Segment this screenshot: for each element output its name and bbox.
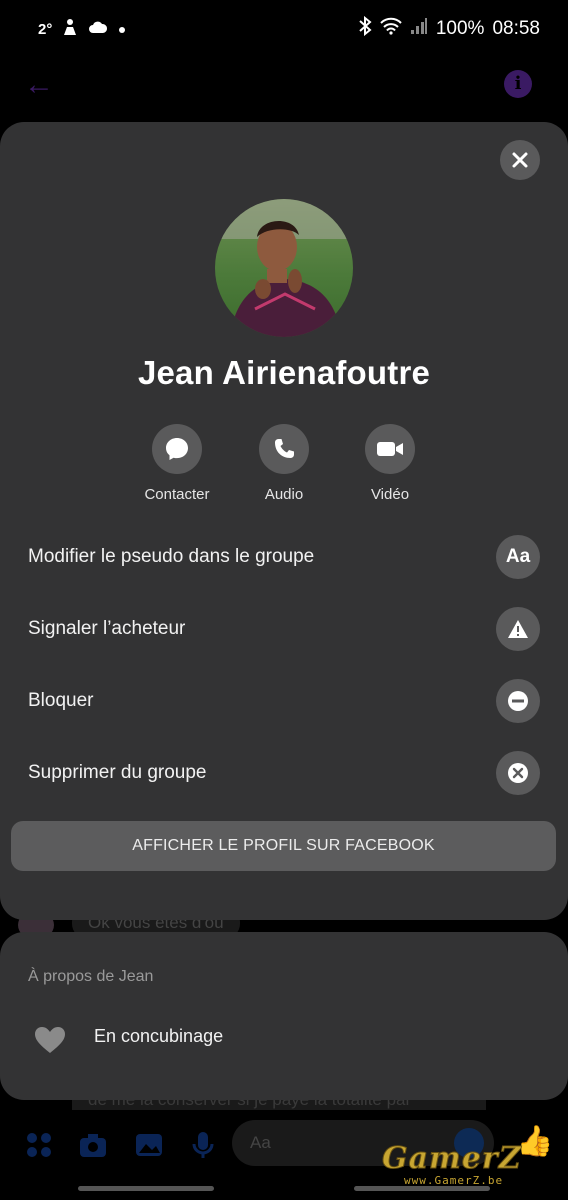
profile-name: Jean Airienafoutre <box>137 354 431 391</box>
battery-level: 100% <box>435 18 485 39</box>
wifi-icon <box>380 17 402 41</box>
menu-item-block[interactable]: Bloquer <box>0 666 568 738</box>
camera-icon[interactable] <box>78 1130 108 1160</box>
heart-icon <box>34 1026 66 1059</box>
about-title: À propos de Jean <box>28 968 154 985</box>
close-button[interactable] <box>500 140 540 180</box>
phone-icon <box>275 439 294 458</box>
video-icon <box>377 442 403 456</box>
block-icon <box>496 679 540 723</box>
action-circle[interactable] <box>365 424 415 474</box>
info-icon[interactable]: i <box>504 70 532 98</box>
watermark-brand: GamerZ <box>382 1141 522 1176</box>
messenger-icon <box>166 438 188 460</box>
menu-item-report[interactable]: Signaler l’acheteur <box>0 594 568 666</box>
conversation-header: ← i <box>0 56 568 116</box>
menu-item-remove[interactable]: Supprimer du groupe <box>0 738 568 810</box>
action-circle[interactable] <box>259 424 309 474</box>
about-card: À propos de Jean En concubinage <box>0 932 568 1100</box>
menu-item-label: Modifier le pseudo dans le groupe <box>28 546 315 567</box>
menu-item-label: Signaler l’acheteur <box>28 618 186 639</box>
cloud-icon <box>88 20 108 38</box>
remove-icon <box>496 751 540 795</box>
relationship-status: En concubinage <box>94 1026 224 1046</box>
menu-item-label: Bloquer <box>28 690 94 711</box>
status-right: 100% 08:58 <box>358 15 540 42</box>
profile-photo <box>215 199 353 337</box>
nav-handle[interactable] <box>78 1186 214 1191</box>
action-circle[interactable] <box>152 424 202 474</box>
menu-dots-icon[interactable] <box>24 1130 54 1160</box>
action-label: Vidéo <box>370 486 410 503</box>
menu-item-label: Supprimer du groupe <box>28 762 207 783</box>
temperature: 2° <box>38 20 53 38</box>
status-left: 2° <box>38 18 126 40</box>
bluetooth-icon <box>358 15 372 42</box>
profile-avatar[interactable] <box>215 199 353 337</box>
video-action[interactable]: Vidéo <box>335 424 445 503</box>
microphone-icon[interactable] <box>188 1130 218 1160</box>
warning-icon <box>496 607 540 651</box>
status-bar: 2° 100% 08:58 <box>0 0 568 56</box>
view-facebook-profile-button[interactable]: AFFICHER LE PROFIL SUR FACEBOOK <box>11 821 556 871</box>
dot-icon <box>118 21 126 38</box>
watermark-logo: GamerZ www.GamerZ.be <box>382 1141 554 1194</box>
gallery-icon[interactable] <box>134 1130 164 1160</box>
close-icon <box>512 152 528 168</box>
signal-icon <box>410 17 428 41</box>
contact-action[interactable]: Contacter <box>122 424 232 503</box>
quick-actions: Contacter Audio Vidéo <box>0 424 568 514</box>
profile-sheet: Jean Airienafoutre Contacter Audio Vidéo… <box>0 122 568 920</box>
watermark-url: www.GamerZ.be <box>404 1174 504 1187</box>
clock: 08:58 <box>492 18 540 39</box>
action-label: Audio <box>264 486 304 503</box>
audio-action[interactable]: Audio <box>229 424 339 503</box>
menu-item-edit-nickname[interactable]: Modifier le pseudo dans le groupe Aa <box>0 522 568 594</box>
action-label: Contacter <box>144 486 210 503</box>
person-icon <box>62 18 78 40</box>
back-arrow-icon[interactable]: ← <box>24 68 54 102</box>
nickname-icon: Aa <box>496 535 540 579</box>
